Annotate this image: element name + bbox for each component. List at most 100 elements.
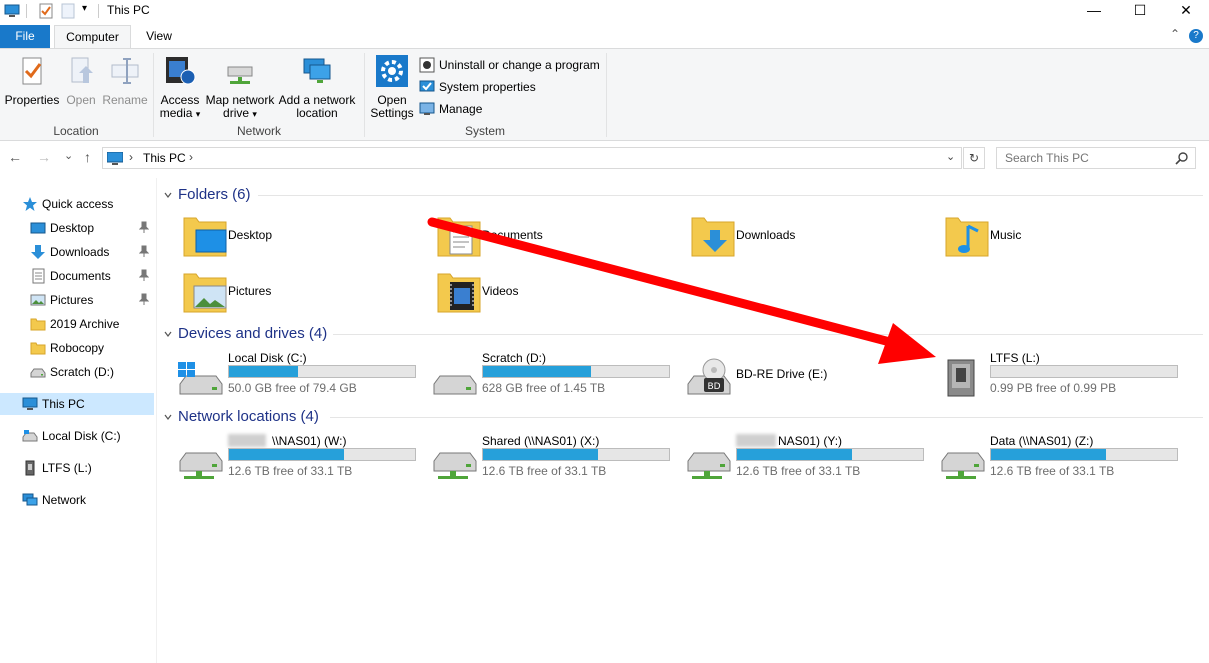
section-divider	[333, 334, 1203, 335]
system-group-label: System	[464, 124, 505, 138]
search-icon[interactable]	[1175, 151, 1189, 165]
sidebar-item-network[interactable]: Network	[0, 489, 154, 511]
properties-button[interactable]: Properties	[4, 55, 60, 107]
title-divider	[98, 4, 99, 18]
help-button[interactable]: ?	[1189, 29, 1203, 43]
open-label: Open	[66, 93, 96, 107]
sidebar-label: Downloads	[50, 245, 110, 259]
folder-pictures[interactable]: Pictures	[182, 268, 422, 318]
ltfs-drive-icon	[25, 460, 35, 476]
sidebar-item-documents[interactable]: Documents	[0, 265, 154, 287]
downloads-folder-icon	[691, 217, 735, 257]
devices-section-title[interactable]: Devices and drives (4)	[178, 325, 327, 342]
sidebar-item-ltfs[interactable]: LTFS (L:)	[0, 457, 154, 479]
recent-locations-button[interactable]: ⌄	[64, 149, 73, 162]
new-folder-qat-icon[interactable]	[60, 3, 76, 19]
folder-label: Music	[990, 228, 1022, 242]
manage-button[interactable]: Manage	[419, 101, 509, 119]
sidebar-item-this-pc[interactable]: This PC	[0, 393, 154, 415]
sidebar-item-quick-access[interactable]: Quick access	[0, 193, 154, 215]
open-icon	[71, 57, 93, 83]
network-section-title[interactable]: Network locations (4)	[178, 408, 319, 425]
sidebar-item-desktop[interactable]: Desktop	[0, 217, 154, 239]
minimize-button[interactable]: —	[1071, 0, 1117, 22]
sidebar-item-pictures[interactable]: Pictures	[0, 289, 154, 311]
capacity-bar	[482, 365, 670, 378]
address-dropdown-button[interactable]: ⌄	[946, 150, 955, 163]
uninstall-icon	[419, 57, 435, 73]
system-properties-button[interactable]: System properties	[419, 79, 559, 97]
breadcrumb-separator[interactable]: ›	[189, 150, 193, 164]
tab-file[interactable]: File	[0, 25, 50, 48]
capacity-fill	[483, 449, 599, 460]
folders-section-title[interactable]: Folders (6)	[178, 186, 251, 203]
breadcrumb-this-pc[interactable]: This PC	[143, 151, 186, 165]
this-pc-icon	[107, 152, 123, 165]
search-input[interactable]	[1005, 149, 1175, 167]
capacity-fill	[991, 449, 1107, 460]
maximize-button[interactable]: ☐	[1117, 0, 1163, 22]
capacity-fill	[483, 366, 591, 377]
capacity-fill	[229, 449, 345, 460]
access-media-button[interactable]: Access media ▾	[157, 55, 203, 121]
windows-drive-icon	[178, 362, 223, 395]
network-icon	[22, 493, 38, 506]
folder-music[interactable]: Music	[944, 212, 1184, 262]
system-properties-label: System properties	[439, 80, 536, 94]
drive-bd-re-e[interactable]: BD BD-RE Drive (E:)	[684, 350, 934, 398]
pin-icon[interactable]	[139, 269, 149, 281]
pin-icon[interactable]	[139, 221, 149, 233]
back-button[interactable]: ←	[8, 149, 22, 165]
network-drive-x[interactable]: Shared (\\NAS01) (X:) 12.6 TB free of 33…	[430, 433, 680, 481]
up-button[interactable]: ↑	[84, 149, 91, 165]
sidebar-label: Network	[42, 493, 87, 507]
drive-local-disk-c[interactable]: Local Disk (C:) 50.0 GB free of 79.4 GB	[176, 350, 426, 398]
sidebar-item-robocopy[interactable]: Robocopy	[0, 337, 154, 359]
tab-view[interactable]: View	[135, 25, 183, 48]
drive-name: BD-RE Drive (E:)	[736, 367, 828, 381]
pane-divider[interactable]	[156, 178, 157, 663]
chevron-down-icon[interactable]	[164, 191, 172, 199]
properties-qat-icon[interactable]	[38, 3, 54, 19]
section-divider	[330, 417, 1203, 418]
uninstall-program-button[interactable]: Uninstall or change a program	[419, 57, 604, 75]
sidebar-item-scratch[interactable]: Scratch (D:)	[0, 361, 154, 383]
folder-label: Pictures	[228, 284, 272, 298]
rename-label: Rename	[102, 93, 148, 107]
refresh-button[interactable]: ↻	[963, 147, 985, 169]
navigation-bar: ← → ⌄ ↑ › This PC › ⌄ ↻	[0, 145, 1209, 171]
chevron-down-icon[interactable]	[164, 413, 172, 421]
folder-downloads[interactable]: Downloads	[690, 212, 930, 262]
network-drive-z[interactable]: Data (\\NAS01) (Z:) 12.6 TB free of 33.1…	[938, 433, 1188, 481]
map-network-drive-button[interactable]: Map network drive ▾	[204, 55, 276, 121]
folder-videos[interactable]: Videos	[436, 268, 676, 318]
tab-computer[interactable]: Computer	[54, 25, 131, 48]
chevron-down-icon[interactable]	[164, 330, 172, 338]
collapse-ribbon-button[interactable]: ⌃	[1170, 27, 1180, 41]
drive-scratch-d[interactable]: Scratch (D:) 628 GB free of 1.45 TB	[430, 350, 680, 398]
capacity-bar	[736, 448, 924, 461]
network-drive-w[interactable]: \\NAS01) (W:) 12.6 TB free of 33.1 TB	[176, 433, 426, 481]
close-button[interactable]: ✕	[1163, 0, 1209, 22]
add-location-label-2: location	[296, 106, 338, 120]
pin-icon[interactable]	[139, 293, 149, 305]
search-box[interactable]	[996, 147, 1196, 169]
folder-desktop[interactable]: Desktop	[182, 212, 422, 262]
forward-button[interactable]: →	[37, 149, 51, 165]
drive-ltfs-l[interactable]: LTFS (L:) 0.99 PB free of 0.99 PB	[938, 350, 1188, 398]
sidebar-item-2019-archive[interactable]: 2019 Archive	[0, 313, 154, 335]
qat-dropdown[interactable]: ▾	[82, 3, 87, 14]
add-network-location-button[interactable]: Add a network location	[278, 55, 356, 120]
open-settings-button[interactable]: Open Settings	[368, 55, 416, 120]
open-button[interactable]: Open	[62, 55, 100, 107]
breadcrumb-separator[interactable]: ›	[129, 150, 133, 164]
folder-documents[interactable]: Documents	[436, 212, 676, 262]
sidebar-label: Scratch (D:)	[50, 365, 115, 379]
sidebar-item-local-disk[interactable]: Local Disk (C:)	[0, 425, 154, 447]
network-drive-y[interactable]: NAS01) (Y:) 12.6 TB free of 33.1 TB	[684, 433, 934, 481]
address-bar[interactable]: › This PC › ⌄	[102, 147, 962, 169]
rename-button[interactable]: Rename	[102, 55, 148, 107]
sidebar-item-downloads[interactable]: Downloads	[0, 241, 154, 263]
pin-icon[interactable]	[139, 245, 149, 257]
open-settings-label-2: Settings	[370, 106, 414, 120]
